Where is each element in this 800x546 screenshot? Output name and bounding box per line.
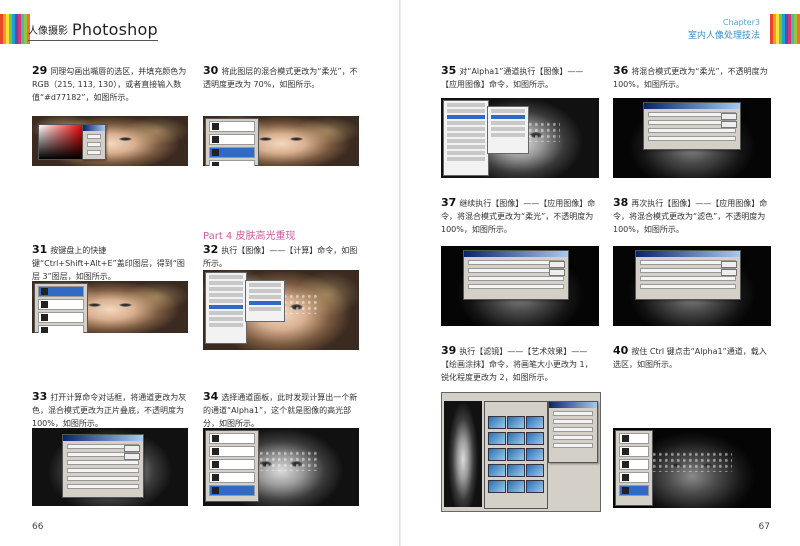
step-number: 35 — [441, 64, 457, 77]
image-menu — [205, 272, 247, 344]
calculations-dialog — [62, 434, 144, 498]
step-text: 执行【图像】——【计算】命令，如图所示。 — [203, 246, 358, 268]
step-32: 32 执行【图像】——【计算】命令，如图所示。 — [203, 243, 358, 270]
photo-sparkle — [652, 452, 732, 472]
chapter-label: Chapter3 — [722, 18, 760, 27]
step-33-screenshot — [32, 428, 188, 506]
step-number: 33 — [32, 390, 48, 403]
step-29: 29 同理勾画出嘴唇的选区，并填充颜色为 RGB（215, 113, 130），或… — [32, 64, 187, 104]
filter-preview — [444, 401, 482, 507]
page-header: 人像摄影 Photoshop — [28, 18, 158, 41]
step-39-screenshot — [441, 392, 601, 512]
step-number: 39 — [441, 344, 457, 357]
apply-image-dialog — [643, 102, 741, 150]
color-picker-dialog — [38, 124, 84, 160]
part-heading: Part 4 皮肤高光重现 — [203, 231, 296, 242]
step-40: 40 按住 Ctrl 键点击“Alpha1”通道，载入选区，如图所示。 — [613, 344, 768, 371]
step-30: 30 将此图层的混合模式更改为“柔光”，不透明度更改为 70%，如图所示。 — [203, 64, 358, 91]
channels-palette — [205, 430, 259, 502]
page-number: 66 — [32, 522, 44, 532]
step-text: 将混合模式更改为“柔光”，不透明度为 100%，如图所示。 — [613, 67, 768, 89]
photo-eyes — [249, 136, 313, 142]
step-38-screenshot — [613, 246, 771, 326]
step-number: 38 — [613, 196, 629, 209]
apply-image-dialog — [463, 250, 569, 300]
color-picker-controls — [82, 124, 106, 160]
apply-image-dialog — [635, 250, 741, 300]
book-spread: 人像摄影 Photoshop 29 同理勾画出嘴唇的选区，并填充颜色为 RGB（2… — [0, 0, 800, 546]
image-submenu — [245, 280, 285, 322]
step-38: 38 再次执行【图像】——【应用图像】命令，将混合模式更改为“滤色”，不透明度为 … — [613, 196, 768, 236]
step-number: 32 — [203, 243, 219, 256]
page-number: 67 — [758, 522, 770, 532]
step-39: 39 执行【滤镜】——【艺术效果】——【绘画涂抹】命令，将画笔大小更改为 1，锐化… — [441, 344, 596, 384]
image-submenu — [487, 106, 529, 154]
step-35: 35 对“Alpha1”通道执行【图像】——【应用图像】命令，如图所示。 — [441, 64, 596, 91]
step-37: 37 继续执行【图像】——【应用图像】命令，将混合模式更改为“柔光”，不透明度为 … — [441, 196, 596, 236]
color-stripe-decoration — [0, 14, 30, 44]
step-text: 将此图层的混合模式更改为“柔光”，不透明度更改为 70%，如图所示。 — [203, 67, 358, 89]
step-number: 30 — [203, 64, 219, 77]
step-34: 34 选择通道面板，此时发现计算出一个新的通道“Alpha1”，这个就是图像的高光… — [203, 390, 358, 430]
step-text: 继续执行【图像】——【应用图像】命令，将混合模式更改为“柔光”，不透明度为 10… — [441, 199, 596, 234]
header-category: 人像摄影 — [28, 26, 68, 37]
color-stripe-decoration — [770, 14, 800, 44]
channels-palette — [615, 430, 653, 506]
step-text: 再次执行【图像】——【应用图像】命令，将混合模式更改为“滤色”，不透明度为 10… — [613, 199, 768, 234]
step-text: 按住 Ctrl 键点击“Alpha1”通道，载入选区，如图所示。 — [613, 347, 767, 369]
step-33: 33 打开计算命令对话框，将通道更改为灰色，混合模式更改为正片叠底，不透明度为 1… — [32, 390, 187, 430]
step-text: 执行【滤镜】——【艺术效果】——【绘画涂抹】命令，将画笔大小更改为 1，锐化程度… — [441, 347, 593, 382]
step-32-screenshot — [203, 270, 359, 350]
layers-palette — [205, 118, 259, 166]
layers-palette — [34, 283, 88, 333]
step-text: 按键盘上的快捷键“Ctrl+Shift+Alt+E”盖印图层，得到“图层 3”图… — [32, 246, 185, 281]
step-31: 31 按键盘上的快捷键“Ctrl+Shift+Alt+E”盖印图层，得到“图层 3… — [32, 243, 187, 283]
step-number: 37 — [441, 196, 457, 209]
step-37-screenshot — [441, 246, 599, 326]
step-number: 40 — [613, 344, 629, 357]
right-page: Chapter3 室内人像处理技法 35 对“Alpha1”通道执行【图像】——【… — [401, 0, 800, 546]
step-number: 29 — [32, 64, 48, 77]
step-number: 34 — [203, 390, 219, 403]
step-text: 打开计算命令对话框，将通道更改为灰色，混合模式更改为正片叠底，不透明度为 100… — [32, 393, 187, 428]
step-40-screenshot — [613, 428, 771, 508]
step-text: 同理勾画出嘴唇的选区，并填充颜色为 RGB（215, 113, 130），或者直… — [32, 67, 187, 102]
page-header: Chapter3 室内人像处理技法 — [688, 18, 760, 41]
step-31-screenshot — [32, 281, 188, 333]
step-30-screenshot — [203, 116, 359, 166]
step-number: 36 — [613, 64, 629, 77]
step-number: 31 — [32, 243, 48, 256]
step-34-screenshot — [203, 428, 359, 506]
step-text: 选择通道面板，此时发现计算出一个新的通道“Alpha1”，这个就是图像的高光部分… — [203, 393, 358, 428]
chapter-title: 室内人像处理技法 — [687, 31, 760, 41]
photo-eyes — [78, 301, 142, 309]
left-page: 人像摄影 Photoshop 29 同理勾画出嘴唇的选区，并填充颜色为 RGB（2… — [0, 0, 399, 546]
image-menu — [443, 100, 489, 176]
header-title: Photoshop — [72, 20, 158, 39]
step-29-screenshot — [32, 116, 188, 166]
step-36-screenshot — [613, 98, 771, 178]
step-text: 对“Alpha1”通道执行【图像】——【应用图像】命令，如图所示。 — [441, 67, 584, 89]
filter-settings-panel — [548, 401, 598, 463]
step-36: 36 将混合模式更改为“柔光”，不透明度为 100%，如图所示。 — [613, 64, 768, 91]
step-35-screenshot — [441, 98, 599, 178]
filter-gallery-thumbnails — [484, 401, 548, 509]
